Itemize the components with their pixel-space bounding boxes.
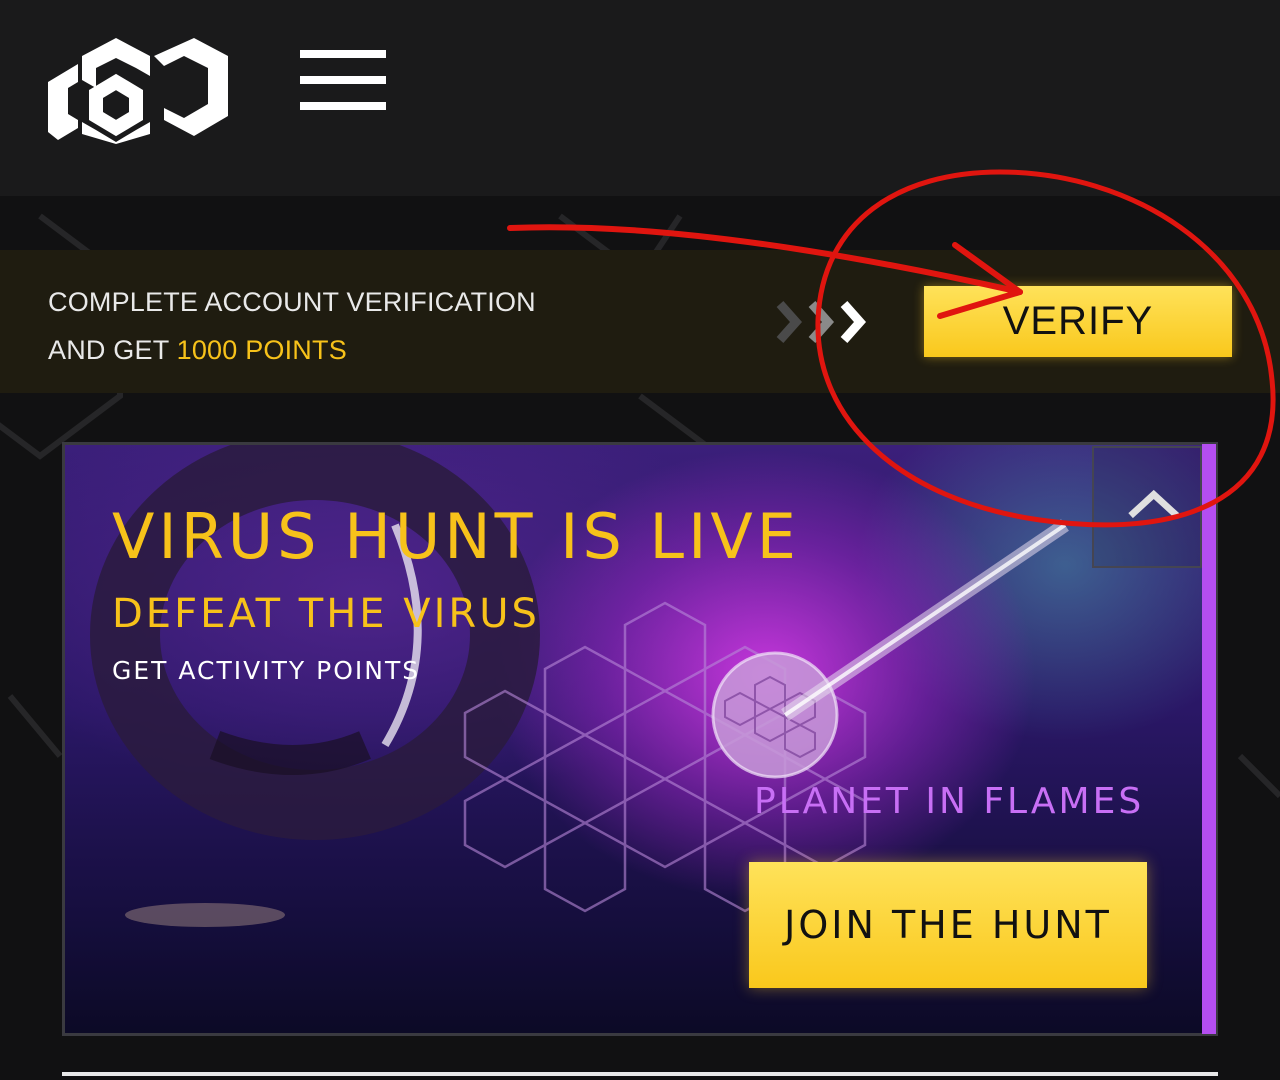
verification-points: 1000 POINTS [176,335,347,365]
verify-button[interactable]: VERIFY [924,286,1232,357]
hamburger-menu-icon-bar [300,102,386,110]
promo-subtitle: DEFEAT THE VIRUS [112,591,540,637]
verification-message-line1: COMPLETE ACCOUNT VERIFICATION [48,287,536,317]
hamburger-menu-icon-bar [300,76,386,84]
next-card-edge [62,1072,1218,1080]
hamburger-menu-icon-bar [300,50,386,58]
promo-caption: GET ACTIVITY POINTS [112,656,421,685]
page: COMPLETE ACCOUNT VERIFICATION AND GET 10… [0,0,1280,1080]
triple-chevron-right-icon [776,301,867,343]
promo-game-name: PLANET IN FLAMES [754,781,1145,822]
verification-message-line2: AND GET 1000 POINTS [48,326,536,374]
collapse-toggle-button[interactable] [1092,446,1202,568]
verification-message: COMPLETE ACCOUNT VERIFICATION AND GET 10… [48,278,536,374]
promo-title: VIRUS HUNT IS LIVE [112,500,800,573]
verification-message-prefix: AND GET [48,335,177,365]
hamburger-menu-button[interactable] [300,50,386,110]
brand-logo-icon[interactable] [44,36,232,144]
top-header [0,0,1280,196]
promo-accent-bar [1202,444,1216,1034]
join-the-hunt-button[interactable]: JOIN THE HUNT [749,862,1147,988]
chevron-up-icon [1128,489,1180,519]
